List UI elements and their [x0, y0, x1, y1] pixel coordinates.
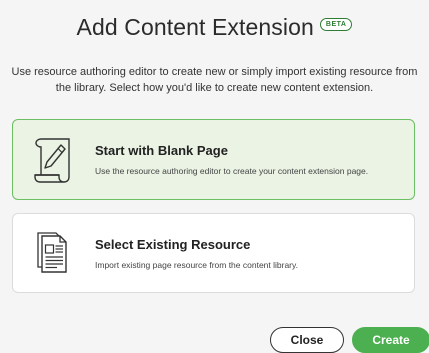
- dialog-description: Use resource authoring editor to create …: [11, 66, 418, 94]
- option-title: Select Existing Resource: [95, 236, 251, 252]
- scroll-pencil-icon: [27, 131, 85, 189]
- document-icon: [27, 224, 85, 282]
- create-button[interactable]: Create: [352, 327, 429, 353]
- option-title: Start with Blank Page: [95, 143, 228, 158]
- option-subtitle: Use the resource authoring editor to cre…: [95, 166, 369, 176]
- option-existing-resource[interactable]: Select Existing Resource Import existing…: [12, 213, 415, 293]
- beta-badge: BETA: [319, 18, 353, 31]
- close-button[interactable]: Close: [270, 327, 344, 353]
- option-blank-page[interactable]: Start with Blank Page Use the resource a…: [12, 119, 415, 200]
- dialog-header: Add Content Extension BETA: [0, 14, 429, 41]
- dialog-title: Add Content Extension: [76, 14, 314, 40]
- option-subtitle: Import existing page resource from the c…: [95, 259, 298, 270]
